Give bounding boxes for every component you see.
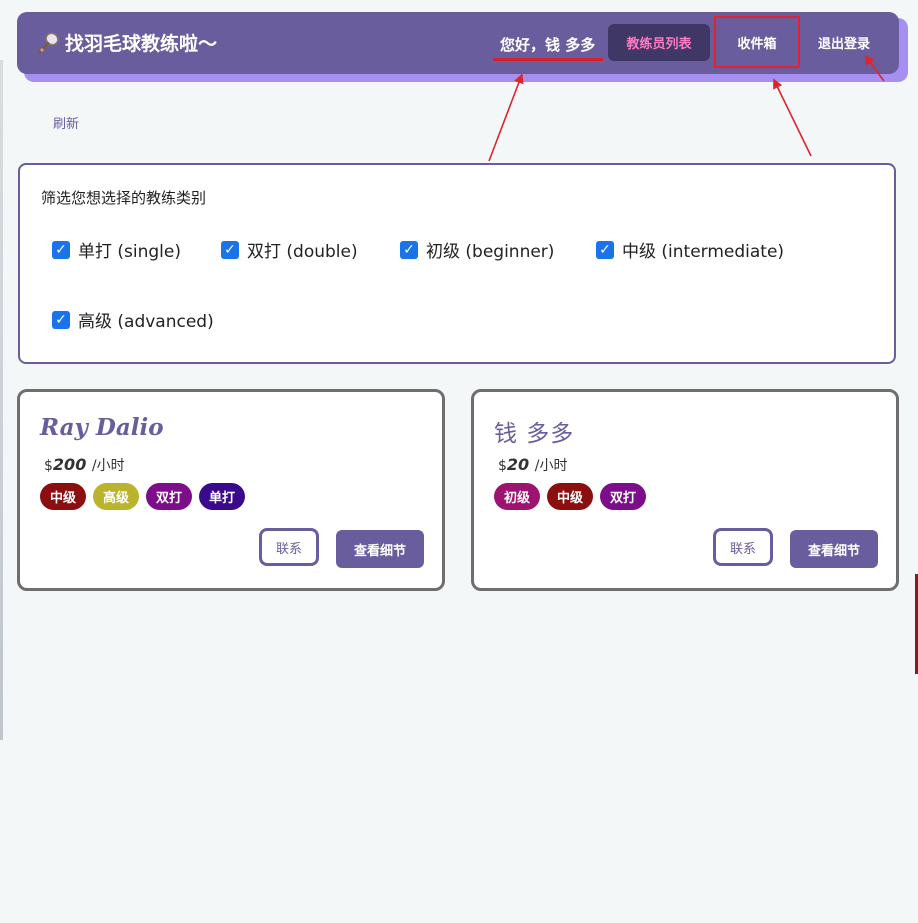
currency-symbol: $ [498, 458, 507, 474]
coach-name: 钱 多多 [494, 421, 575, 447]
contact-button[interactable]: 联系 [259, 528, 319, 566]
coach-price: $200 /小时 [44, 455, 125, 475]
nav-inbox-button[interactable]: 收件箱 [714, 16, 800, 68]
coach-tags: 初级 中级 双打 [494, 483, 647, 510]
filter-option-label: 高级 (advanced) [78, 312, 214, 332]
price-unit: /小时 [534, 458, 568, 474]
view-details-button[interactable]: 查看细节 [336, 530, 424, 568]
window-edge-left [0, 60, 3, 740]
coach-tags: 中级 高级 双打 单打 [40, 483, 246, 510]
greeting-text: 您好，钱 多多 [500, 36, 596, 54]
view-details-button[interactable]: 查看细节 [790, 530, 878, 568]
filter-option-advanced[interactable]: ✓ 高级 (advanced) [52, 307, 214, 332]
nav-coach-list-button[interactable]: 教练员列表 [608, 24, 710, 61]
checkbox-checked-icon[interactable]: ✓ [596, 240, 614, 259]
greeting-annotation-underline [493, 58, 603, 61]
header-bar: 找羽毛球教练啦～ 您好，钱 多多 教练员列表 收件箱 退出登录 [17, 12, 899, 74]
tag-badge: 双打 [146, 483, 193, 510]
filter-option-label: 初级 (beginner) [426, 242, 555, 262]
currency-symbol: $ [44, 458, 53, 474]
refresh-link[interactable]: 刷新 [53, 113, 79, 132]
annotation-arrow-inbox [773, 78, 812, 157]
checkbox-checked-icon[interactable]: ✓ [52, 240, 70, 259]
tag-badge: 初级 [494, 483, 541, 510]
filter-option-label: 单打 (single) [78, 242, 181, 262]
filter-option-label: 双打 (double) [247, 242, 358, 262]
filter-option-label: 中级 (intermediate) [622, 242, 785, 262]
filter-option-double[interactable]: ✓ 双打 (double) [221, 237, 358, 262]
nav-logout-button[interactable]: 退出登录 [804, 24, 884, 61]
filter-title: 筛选您想选择的教练类别 [41, 189, 207, 207]
tag-badge: 双打 [600, 483, 647, 510]
checkbox-checked-icon[interactable]: ✓ [400, 240, 418, 259]
coach-card: 钱 多多 $20 /小时 初级 中级 双打 联系 查看细节 [471, 389, 899, 591]
coach-price: $20 /小时 [498, 455, 567, 475]
badminton-racket-icon [37, 31, 61, 55]
tag-badge: 中级 [547, 483, 594, 510]
tag-badge: 单打 [199, 483, 246, 510]
checkbox-checked-icon[interactable]: ✓ [52, 310, 70, 329]
price-unit: /小时 [91, 458, 125, 474]
checkbox-checked-icon[interactable]: ✓ [221, 240, 239, 259]
tag-badge: 高级 [93, 483, 140, 510]
filter-panel: 筛选您想选择的教练类别 ✓ 单打 (single) ✓ 双打 (double) … [18, 163, 896, 364]
filter-option-single[interactable]: ✓ 单打 (single) [52, 237, 181, 262]
coach-card: Ray Dalio $200 /小时 中级 高级 双打 单打 联系 查看细节 [17, 389, 445, 591]
annotation-arrow-greeting [488, 73, 524, 162]
contact-button[interactable]: 联系 [713, 528, 773, 566]
price-value: 20 [506, 455, 530, 474]
price-value: 200 [52, 455, 87, 474]
brand[interactable]: 找羽毛球教练啦～ [37, 29, 217, 56]
brand-title: 找羽毛球教练啦～ [65, 33, 218, 55]
tag-badge: 中级 [40, 483, 87, 510]
filter-option-beginner[interactable]: ✓ 初级 (beginner) [400, 237, 554, 262]
coach-name: Ray Dalio [40, 414, 164, 441]
filter-option-intermediate[interactable]: ✓ 中级 (intermediate) [596, 237, 784, 262]
